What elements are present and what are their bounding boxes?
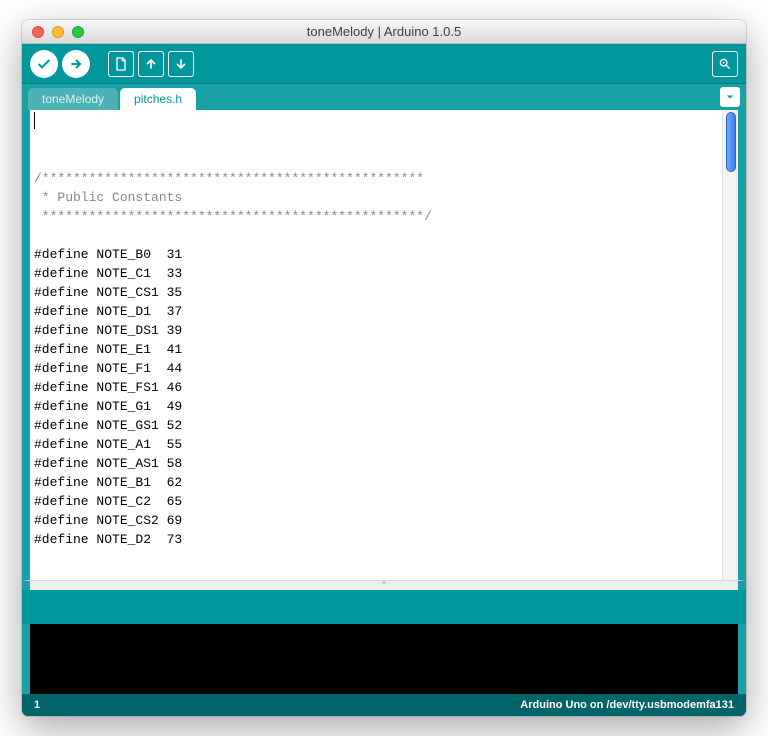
tab-menu-button[interactable]: [720, 87, 740, 107]
code-line: #define NOTE_C2 65: [34, 492, 720, 511]
arrow-down-icon: [173, 56, 189, 72]
zoom-icon[interactable]: [72, 26, 84, 38]
code-line: #define NOTE_F1 44: [34, 359, 720, 378]
editor-area: /***************************************…: [22, 110, 746, 580]
code-line: * Public Constants: [34, 188, 720, 207]
code-line: #define NOTE_E1 41: [34, 340, 720, 359]
code-line: #define NOTE_G1 49: [34, 397, 720, 416]
code-line: #define NOTE_D2 73: [34, 530, 720, 549]
close-icon[interactable]: [32, 26, 44, 38]
window-title: toneMelody | Arduino 1.0.5: [22, 24, 746, 39]
open-button[interactable]: [138, 51, 164, 77]
status-board-port: Arduino Uno on /dev/tty.usbmodemfa131: [520, 699, 734, 711]
magnifier-icon: [717, 56, 733, 72]
verify-button[interactable]: [30, 50, 58, 78]
upload-button[interactable]: [62, 50, 90, 78]
text-caret: [34, 112, 35, 129]
tab-tonemelody[interactable]: toneMelody: [28, 88, 118, 110]
tab-strip: toneMelody pitches.h: [22, 84, 746, 110]
chevron-down-icon: [725, 92, 735, 102]
code-line: #define NOTE_B1 62: [34, 473, 720, 492]
serial-monitor-button[interactable]: [712, 51, 738, 77]
new-button[interactable]: [108, 51, 134, 77]
code-line: /***************************************…: [34, 169, 720, 188]
code-line: #define NOTE_B0 31: [34, 245, 720, 264]
code-line: #define NOTE_D1 37: [34, 302, 720, 321]
console-output[interactable]: [22, 624, 746, 694]
minimize-icon[interactable]: [52, 26, 64, 38]
check-icon: [36, 56, 52, 72]
tab-pitches[interactable]: pitches.h: [120, 88, 196, 110]
save-button[interactable]: [168, 51, 194, 77]
code-line: #define NOTE_CS1 35: [34, 283, 720, 302]
code-line: #define NOTE_A1 55: [34, 435, 720, 454]
arrow-up-icon: [143, 56, 159, 72]
code-line: #define NOTE_CS2 69: [34, 511, 720, 530]
code-line: [34, 226, 720, 245]
code-editor[interactable]: /***************************************…: [30, 110, 722, 580]
code-line: ****************************************…: [34, 207, 720, 226]
code-line: #define NOTE_AS1 58: [34, 454, 720, 473]
status-line-number: 1: [34, 699, 40, 711]
traffic-lights: [22, 26, 84, 38]
arduino-window: toneMelody | Arduino 1.0.5 toneMelody pi…: [22, 20, 746, 716]
titlebar: toneMelody | Arduino 1.0.5: [22, 20, 746, 44]
file-icon: [113, 56, 129, 72]
splitter-handle[interactable]: ⌃: [22, 580, 746, 590]
message-bar: [22, 590, 746, 624]
code-line: #define NOTE_GS1 52: [34, 416, 720, 435]
scroll-thumb[interactable]: [726, 112, 736, 172]
code-line: #define NOTE_FS1 46: [34, 378, 720, 397]
toolbar: [22, 44, 746, 84]
vertical-scrollbar[interactable]: [722, 110, 738, 580]
code-line: #define NOTE_C1 33: [34, 264, 720, 283]
code-line: #define NOTE_DS1 39: [34, 321, 720, 340]
status-bar: 1 Arduino Uno on /dev/tty.usbmodemfa131: [22, 694, 746, 716]
arrow-right-icon: [68, 56, 84, 72]
